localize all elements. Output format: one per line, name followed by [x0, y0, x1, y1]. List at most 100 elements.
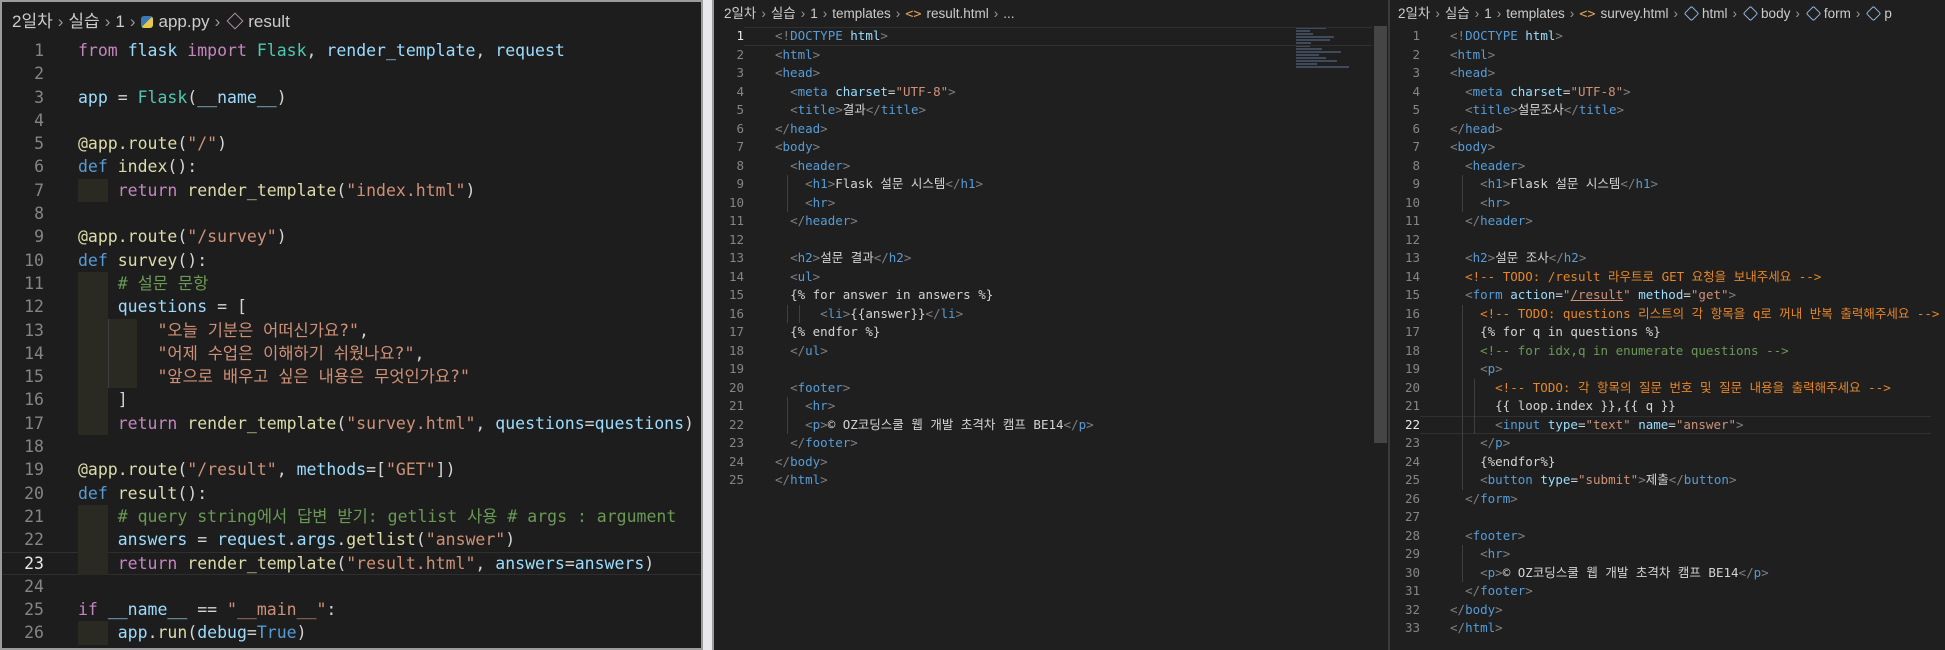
- code-line[interactable]: 15 "앞으로 배우고 싶은 내용은 무엇인가요?": [2, 365, 701, 389]
- code-text[interactable]: <!-- TODO: questions 리스트의 각 항목을 q로 꺼내 반복…: [1450, 305, 1939, 324]
- code-line[interactable]: 17 {% endfor %}: [714, 323, 1388, 342]
- code-text[interactable]: return render_template("survey.html", qu…: [78, 412, 694, 435]
- code-line[interactable]: 18: [2, 435, 701, 458]
- code-line[interactable]: 12 questions = [: [2, 295, 701, 319]
- code-line[interactable]: 31 </footer>: [1390, 582, 1945, 601]
- line-number[interactable]: 5: [1390, 101, 1420, 120]
- line-number[interactable]: 11: [2, 272, 44, 295]
- line-number[interactable]: 23: [714, 434, 744, 453]
- code-text[interactable]: <!DOCTYPE html>: [775, 27, 888, 46]
- code-line[interactable]: 9 @app.route("/survey"): [2, 225, 701, 248]
- code-text[interactable]: </footer>: [1450, 582, 1533, 601]
- code-text[interactable]: <meta charset="UTF-8">: [775, 83, 956, 102]
- code-line[interactable]: 3 <head>: [1390, 64, 1945, 83]
- breadcrumb-element[interactable]: p: [1884, 6, 1892, 21]
- line-number[interactable]: 11: [714, 212, 744, 231]
- survey-html-editor-pane[interactable]: 2일차 › 실습 › 1 › templates › <> survey.html › html › bo…: [1390, 0, 1945, 650]
- line-number[interactable]: 13: [714, 249, 744, 268]
- code-line[interactable]: 8 <header>: [714, 157, 1388, 176]
- line-number[interactable]: 5: [714, 101, 744, 120]
- code-line[interactable]: 16 <li>{{answer}}</li>: [714, 304, 1388, 323]
- line-number[interactable]: 32: [1390, 601, 1420, 620]
- code-text[interactable]: <html>: [775, 46, 820, 65]
- line-number[interactable]: 20: [2, 482, 44, 505]
- code-text[interactable]: <hr>: [1450, 545, 1510, 564]
- line-number[interactable]: 19: [714, 360, 744, 379]
- line-number[interactable]: 33: [1390, 619, 1420, 638]
- code-line[interactable]: 19 @app.route("/result", methods=["GET"]): [2, 458, 701, 481]
- code-text[interactable]: </head>: [775, 120, 828, 139]
- code-text[interactable]: <footer>: [1450, 527, 1525, 546]
- code-line[interactable]: 10 <hr>: [714, 193, 1388, 212]
- code-line[interactable]: 6 </head>: [714, 120, 1388, 139]
- code-line[interactable]: 12: [1390, 231, 1945, 250]
- code-line[interactable]: 5 @app.route("/"): [2, 132, 701, 155]
- code-text[interactable]: </html>: [775, 471, 828, 490]
- line-number[interactable]: 1: [714, 27, 744, 46]
- line-number[interactable]: 1: [1390, 27, 1420, 46]
- line-number[interactable]: 25: [1390, 471, 1420, 490]
- code-line[interactable]: 12: [714, 231, 1388, 250]
- code-text[interactable]: ]: [78, 388, 128, 411]
- code-area[interactable]: 1 <!DOCTYPE html> 2 <html> 3 <head> 4 <meta ch…: [714, 27, 1388, 490]
- code-text[interactable]: </body>: [1450, 601, 1503, 620]
- code-line[interactable]: 5 <title>설문조사</title>: [1390, 101, 1945, 120]
- code-text[interactable]: </head>: [1450, 120, 1503, 139]
- code-line[interactable]: 11 </header>: [1390, 212, 1945, 231]
- code-line[interactable]: 24 </body>: [714, 453, 1388, 472]
- code-text[interactable]: <form action="/result" method="get">: [1450, 286, 1736, 305]
- line-number[interactable]: 15: [714, 286, 744, 305]
- code-text[interactable]: <head>: [775, 64, 820, 83]
- line-number[interactable]: 25: [2, 598, 44, 621]
- code-text[interactable]: <ul>: [775, 268, 820, 287]
- line-number[interactable]: 16: [2, 388, 44, 411]
- code-text[interactable]: <title>결과</title>: [775, 101, 926, 120]
- code-text[interactable]: <hr>: [1450, 194, 1510, 213]
- code-text[interactable]: <p>© OZ코딩스쿨 웹 개발 초격차 캠프 BE14</p>: [775, 416, 1094, 435]
- code-text[interactable]: <h2>설문 조사</h2>: [1450, 249, 1586, 268]
- breadcrumb-element[interactable]: html: [1702, 6, 1728, 21]
- line-number[interactable]: 12: [1390, 231, 1420, 250]
- line-number[interactable]: 9: [714, 175, 744, 194]
- breadcrumb-symbol[interactable]: result: [248, 12, 290, 31]
- line-number[interactable]: 7: [714, 138, 744, 157]
- code-area[interactable]: 1 from flask import Flask, render_templat…: [2, 39, 701, 645]
- code-line[interactable]: 25 if __name__ == "__main__":: [2, 598, 701, 621]
- result-html-editor-pane[interactable]: 2일차 › 실습 › 1 › templates › <> result.html ›... 1 <!…: [714, 0, 1388, 650]
- code-text[interactable]: @app.route("/result", methods=["GET"]): [78, 458, 456, 481]
- line-number[interactable]: 2: [2, 62, 44, 85]
- code-line[interactable]: 25 </html>: [714, 471, 1388, 490]
- code-text[interactable]: <footer>: [775, 379, 850, 398]
- breadcrumb-element[interactable]: form: [1824, 6, 1851, 21]
- line-number[interactable]: 21: [2, 505, 44, 528]
- breadcrumb-folder[interactable]: 실습: [1445, 6, 1470, 21]
- line-number[interactable]: 9: [2, 225, 44, 248]
- code-text[interactable]: <body>: [1450, 138, 1495, 157]
- code-text[interactable]: <body>: [775, 138, 820, 157]
- code-text[interactable]: @app.route("/survey"): [78, 225, 287, 248]
- code-line[interactable]: 1 <!DOCTYPE html>: [1390, 27, 1945, 46]
- code-line[interactable]: 3 app = Flask(__name__): [2, 86, 701, 109]
- code-line[interactable]: 1 from flask import Flask, render_templat…: [2, 39, 701, 62]
- code-line[interactable]: 2 <html>: [714, 46, 1388, 65]
- code-line[interactable]: 22 answers = request.args.getlist("answe…: [2, 528, 701, 552]
- line-number[interactable]: 20: [714, 379, 744, 398]
- line-number[interactable]: 30: [1390, 564, 1420, 583]
- code-line[interactable]: 10 <hr>: [1390, 193, 1945, 213]
- code-text[interactable]: </p>: [1450, 434, 1510, 453]
- line-number[interactable]: 24: [714, 453, 744, 472]
- code-text[interactable]: <!-- for idx,q in enumerate questions --…: [1450, 342, 1789, 361]
- code-text[interactable]: <hr>: [775, 397, 835, 416]
- line-number[interactable]: 23: [2, 552, 44, 575]
- code-line[interactable]: 2: [2, 62, 701, 85]
- code-line[interactable]: 17 {% for q in questions %}: [1390, 323, 1945, 342]
- code-text[interactable]: def result():: [78, 482, 207, 505]
- line-number[interactable]: 25: [714, 471, 744, 490]
- code-text[interactable]: "어제 수업은 이해하기 쉬웠나요?",: [78, 342, 424, 365]
- line-number[interactable]: 17: [714, 323, 744, 342]
- line-number[interactable]: 19: [1390, 360, 1420, 379]
- code-line[interactable]: 15 <form action="/result" method="get">: [1390, 286, 1945, 305]
- code-line[interactable]: 21 # query string에서 답변 받기: getlist 사용 # …: [2, 504, 701, 529]
- code-text[interactable]: {%endfor%}: [1450, 453, 1555, 472]
- code-line[interactable]: 13 "오늘 기분은 어떠신가요?",: [2, 318, 701, 342]
